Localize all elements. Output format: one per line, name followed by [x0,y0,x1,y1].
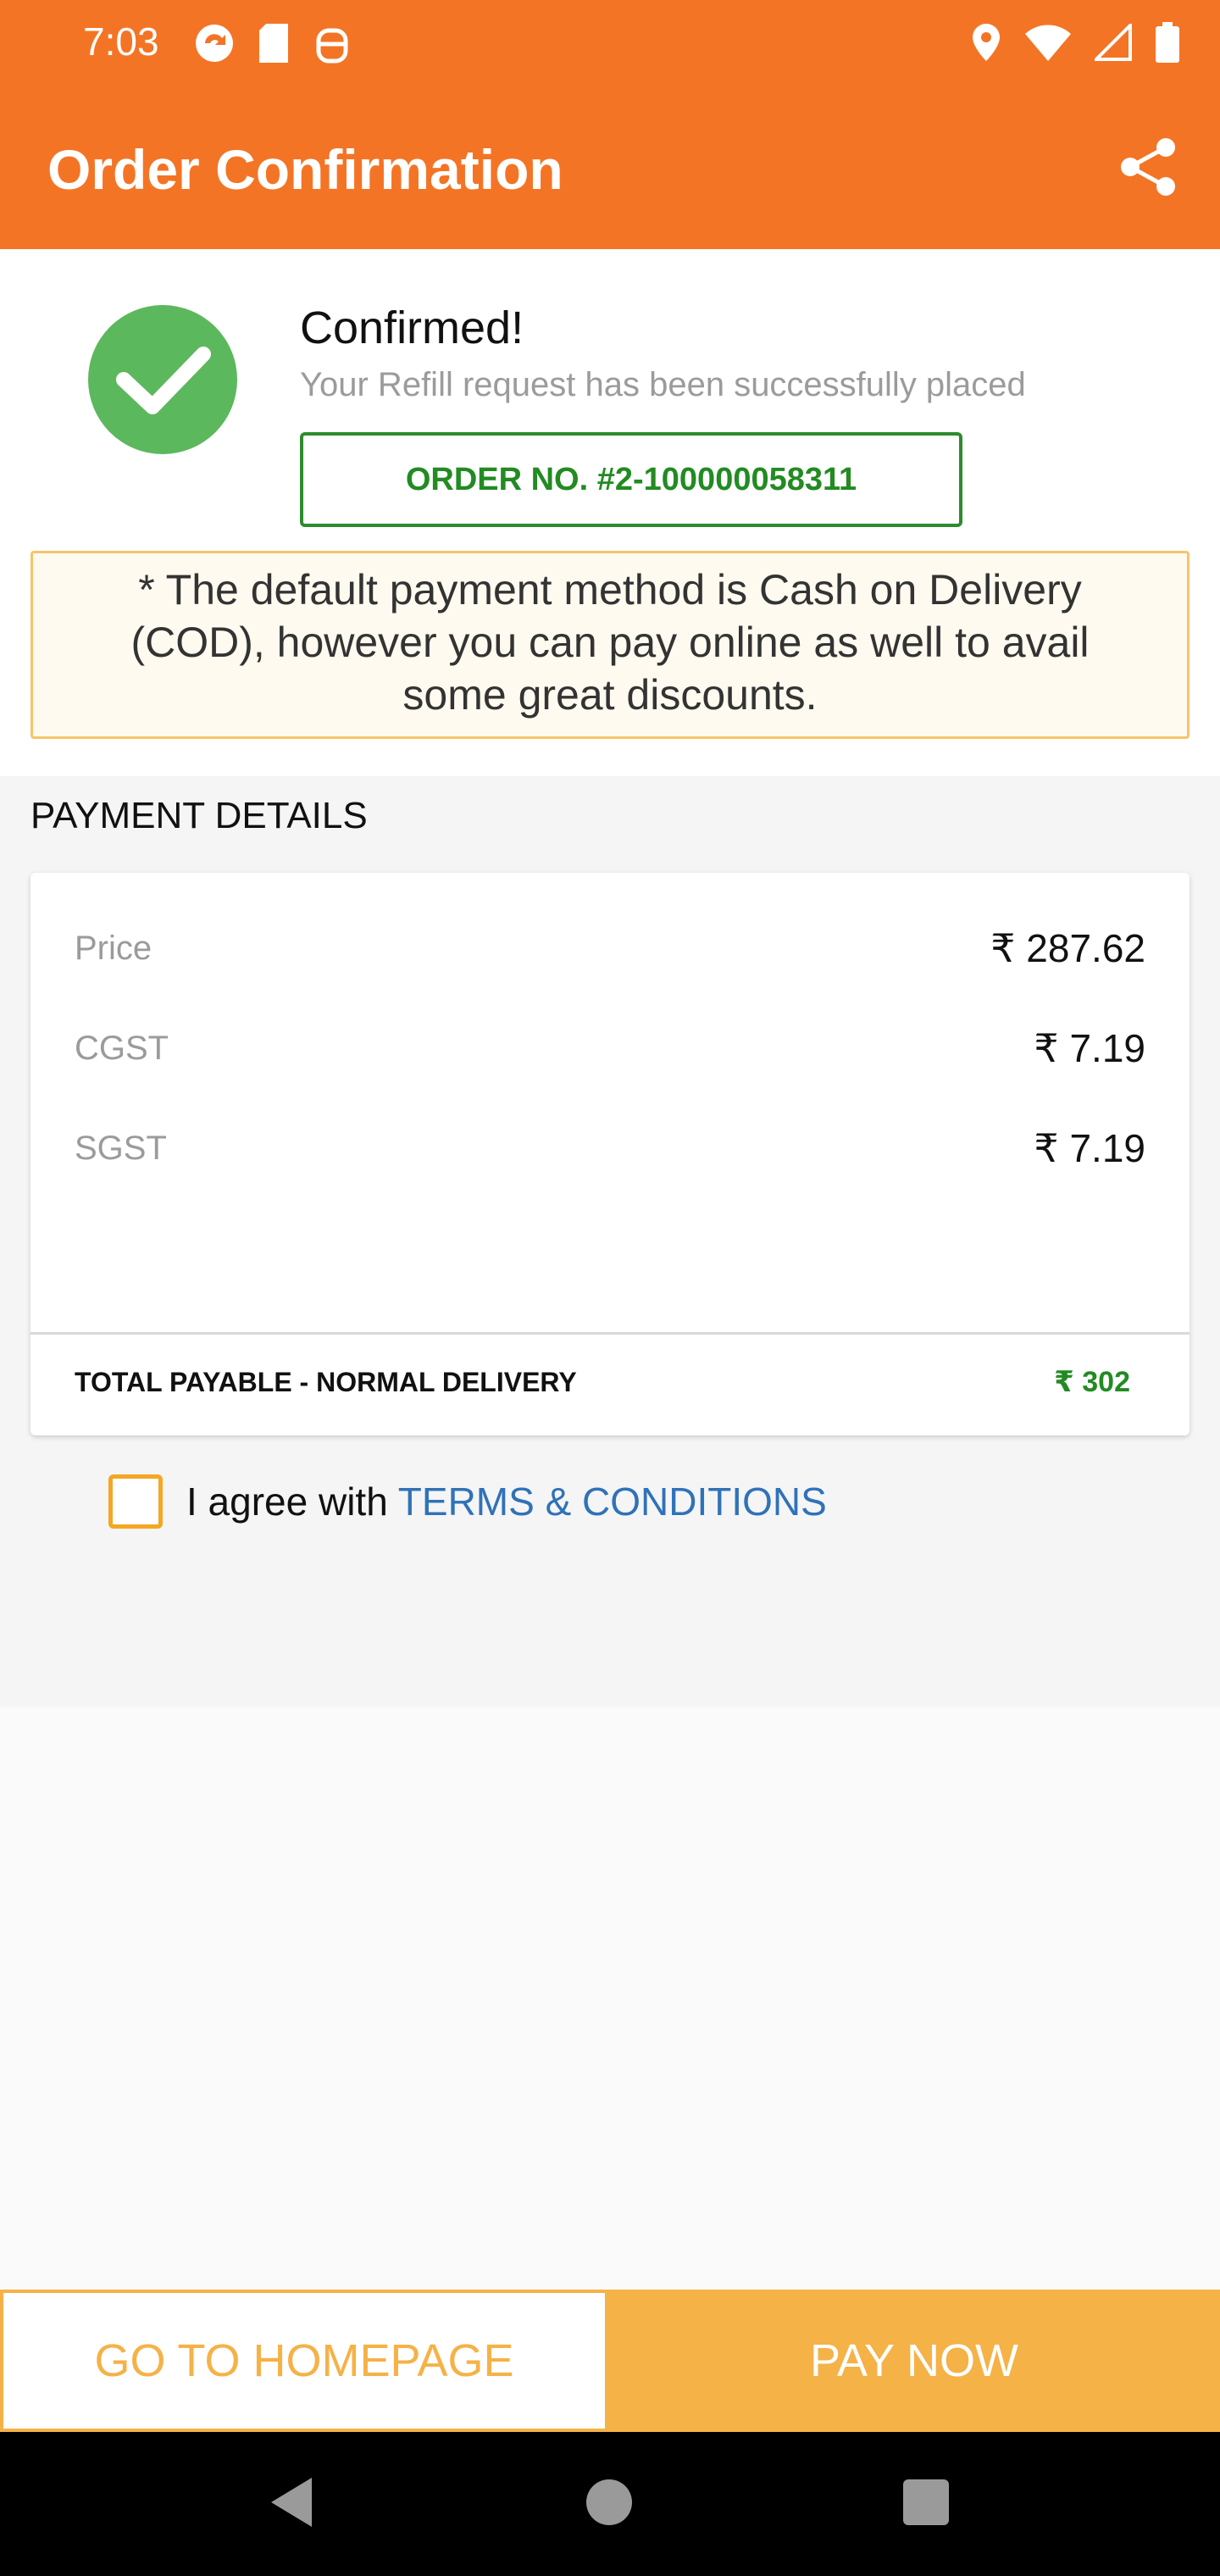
pay-now-label: PAY NOW [809,2335,1019,2386]
payment-details-heading: PAYMENT DETAILS [30,795,368,836]
bottom-buttons: GO TO HOMEPAGE PAY NOW [0,2290,1220,2432]
total-row: TOTAL PAYABLE - NORMAL DELIVERY ₹ 302 [75,1352,1130,1412]
price-row: Price ₹ 287.62 [75,919,1145,978]
status-time: 7:03 [83,19,159,64]
sd-card-icon [259,24,288,63]
status-bar: 7:03 [0,0,1220,85]
location-icon [973,24,1000,61]
sgst-row: SGST ₹ 7.19 [75,1119,1145,1178]
battery-icon [1156,22,1179,63]
check-circle-icon [88,305,237,454]
payment-notice: * The default payment method is Cash on … [30,551,1190,739]
total-value: ₹ 302 [1054,1366,1130,1398]
confirmation-subtitle: Your Refill request has been successfull… [300,366,1026,403]
wifi-icon [1025,25,1071,61]
terms-checkbox[interactable] [108,1474,163,1529]
pay-now-button[interactable]: PAY NOW [608,2290,1220,2432]
total-label: TOTAL PAYABLE - NORMAL DELIVERY [75,1366,577,1397]
payment-section: PAYMENT DETAILS Price ₹ 287.62 CGST ₹ 7.… [0,776,1220,1707]
order-number-badge: ORDER NO. #2-100000058311 [300,432,962,527]
payment-card: Price ₹ 287.62 CGST ₹ 7.19 SGST ₹ 7.19 T… [30,873,1190,1435]
confirmation-title: Confirmed! [300,303,524,353]
cgst-value: ₹ 7.19 [1034,1026,1145,1070]
terms-prefix: I agree with [186,1480,388,1524]
card-divider [30,1332,1190,1335]
terms-row: I agree with TERMS & CONDITIONS [108,1469,827,1534]
cgst-label: CGST [75,1029,169,1067]
share-icon[interactable] [1117,136,1179,198]
sync-icon [196,25,233,62]
confirmation-section: Confirmed! Your Refill request has been … [0,249,1220,776]
android-debug-icon [316,28,348,64]
payment-notice-text: * The default payment method is Cash on … [130,566,1090,719]
sgst-value: ₹ 7.19 [1034,1126,1145,1170]
terms-link[interactable]: TERMS & CONDITIONS [398,1479,827,1524]
price-value: ₹ 287.62 [990,926,1145,970]
system-nav-bar [0,2432,1220,2576]
signal-icon [1095,24,1132,61]
home-icon[interactable] [586,2479,632,2525]
cgst-row: CGST ₹ 7.19 [75,1019,1145,1078]
app-bar: Order Confirmation [0,85,1220,249]
page-title: Order Confirmation [47,138,563,201]
order-number-text: ORDER NO. #2-100000058311 [405,461,857,497]
recent-apps-icon[interactable] [903,2479,949,2525]
back-icon[interactable] [268,2476,315,2529]
go-to-homepage-button[interactable]: GO TO HOMEPAGE [0,2290,608,2432]
go-to-homepage-label: GO TO HOMEPAGE [94,2335,514,2386]
sgst-label: SGST [75,1129,167,1167]
price-label: Price [75,929,152,967]
